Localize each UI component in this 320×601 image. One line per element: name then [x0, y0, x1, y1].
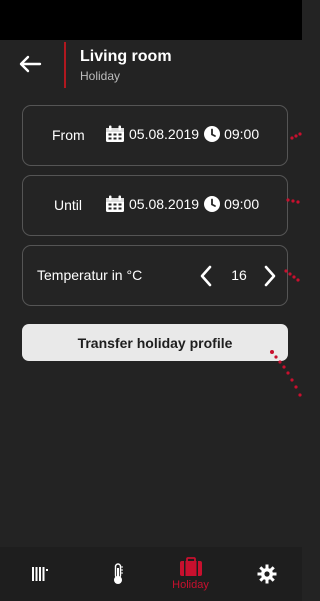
- chevron-left-icon: [200, 265, 212, 287]
- until-row[interactable]: Until 05.08.2019 09:00: [22, 175, 288, 236]
- until-date: 05.08.2019: [129, 196, 200, 212]
- chevron-right-icon: [264, 265, 276, 287]
- bottom-navigation: Holiday: [0, 547, 302, 601]
- nav-item-temperature[interactable]: [80, 547, 155, 601]
- radiator-icon: [31, 567, 48, 581]
- app-header: Living room Holiday: [0, 40, 302, 92]
- until-time: 09:00: [224, 196, 260, 212]
- from-time: 09:00: [224, 126, 260, 142]
- decrease-temperature-button[interactable]: [195, 262, 217, 290]
- header-divider: [64, 42, 66, 88]
- page-subtitle: Holiday: [80, 69, 121, 83]
- status-bar: [0, 0, 302, 40]
- suitcase-icon: [179, 557, 202, 576]
- nav-item-radiator[interactable]: [2, 547, 77, 601]
- from-label: From: [52, 127, 85, 143]
- clock-icon: [204, 196, 221, 212]
- temperature-value: 16: [231, 267, 247, 283]
- temperature-stepper: 16: [195, 260, 283, 292]
- transfer-holiday-profile-button[interactable]: Transfer holiday profile: [22, 324, 288, 361]
- page-title: Living room: [80, 48, 172, 65]
- from-date: 05.08.2019: [129, 126, 200, 142]
- nav-item-settings[interactable]: [229, 547, 304, 601]
- gear-icon: [257, 564, 276, 584]
- calendar-icon: [106, 195, 124, 212]
- clock-icon: [204, 126, 221, 142]
- from-row[interactable]: From 05.08.2019 09:00: [22, 105, 288, 166]
- nav-label-holiday: Holiday: [172, 579, 209, 591]
- increase-temperature-button[interactable]: [259, 262, 281, 290]
- calendar-icon: [106, 125, 124, 142]
- back-button[interactable]: [12, 50, 48, 78]
- thermometer-icon: [113, 563, 123, 584]
- from-datetime[interactable]: 05.08.2019 09:00: [105, 125, 259, 143]
- arrow-left-icon: [19, 55, 42, 73]
- nav-item-holiday[interactable]: Holiday: [153, 547, 228, 601]
- temperature-row: Temperatur in °C 16: [22, 245, 288, 306]
- until-datetime[interactable]: 05.08.2019 09:00: [105, 195, 259, 213]
- temperature-label: Temperatur in °C: [37, 267, 143, 283]
- until-label: Until: [54, 197, 83, 213]
